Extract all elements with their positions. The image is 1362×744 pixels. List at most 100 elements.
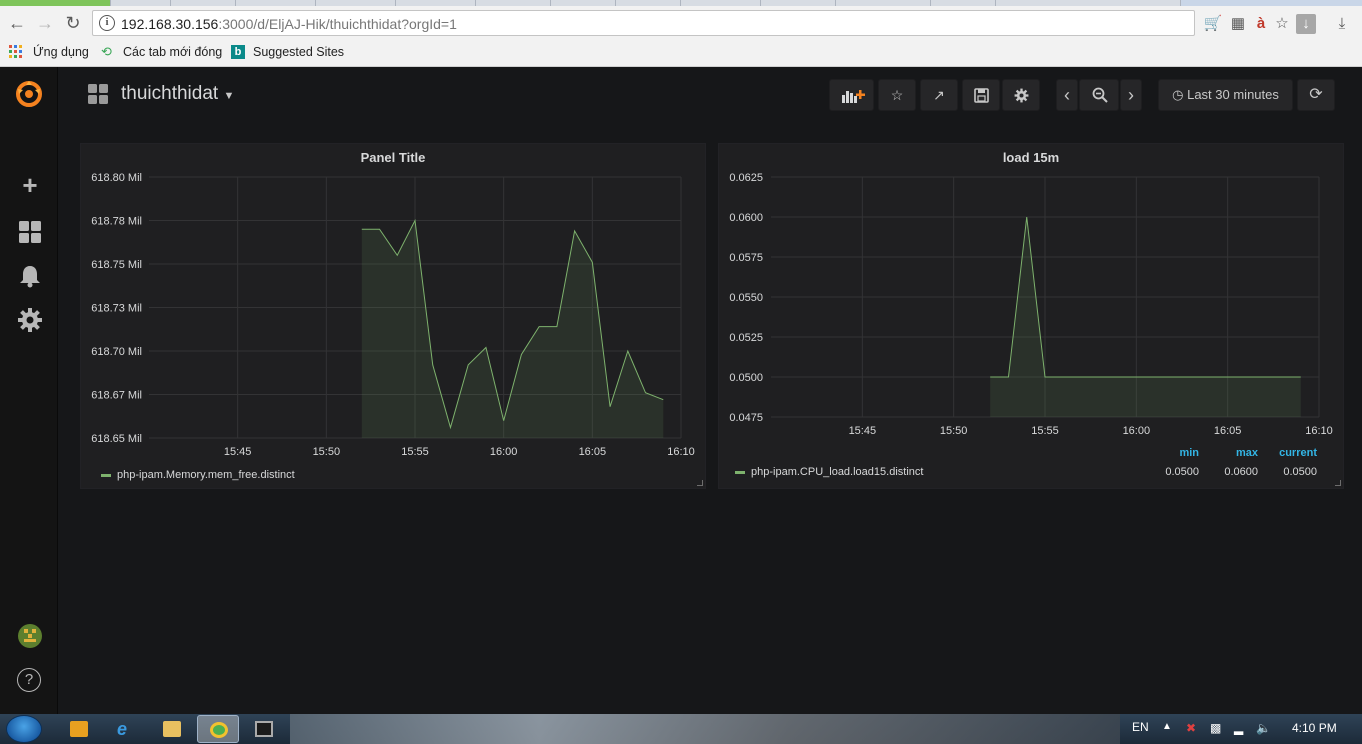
y-tick-label: 618.67 Mil — [91, 390, 142, 402]
legend-value-min: 0.0500 — [1165, 466, 1199, 478]
y-tick-label: 618.65 Mil — [91, 433, 142, 445]
add-panel-button[interactable] — [829, 79, 874, 111]
taskbar-remote-terminal[interactable] — [243, 715, 285, 743]
y-tick-label: 0.0550 — [729, 292, 763, 304]
series-swatch — [735, 470, 745, 474]
y-tick-label: 618.78 Mil — [91, 216, 142, 228]
x-tick-label: 15:50 — [940, 425, 968, 437]
taskbar-file-explorer[interactable] — [151, 715, 193, 743]
user-avatar[interactable] — [17, 623, 43, 649]
legend-item[interactable]: php-ipam.CPU_load.load15.distinct — [735, 466, 923, 478]
y-tick-label: 618.75 Mil — [91, 259, 142, 271]
panel-resize-handle[interactable] — [697, 480, 703, 486]
media-player-icon — [70, 721, 88, 737]
share-icon: ↗ — [933, 87, 945, 103]
bookmark-star-icon[interactable]: ☆ — [1272, 14, 1292, 34]
back-icon[interactable]: ← — [6, 13, 28, 33]
x-tick-label: 15:50 — [313, 446, 341, 458]
y-tick-label: 0.0600 — [729, 212, 763, 224]
language-indicator[interactable]: EN — [1132, 720, 1149, 734]
settings-gear-icon — [1014, 88, 1029, 103]
create-plus-icon[interactable]: + — [17, 172, 43, 198]
load15-graph[interactable]: 0.0625 0.0600 0.0575 0.0550 0.0525 0.0500 0.04… — [719, 144, 1345, 490]
chevron-right-icon: › — [1128, 85, 1134, 105]
clock[interactable]: 4:10 PM — [1292, 721, 1337, 735]
bookmark-apps[interactable]: Ứng dụng — [33, 45, 89, 59]
x-tick-label: 15:45 — [849, 425, 877, 437]
configuration-gear-icon[interactable] — [17, 307, 43, 333]
caret-down-icon[interactable]: ▼ — [223, 90, 234, 102]
legend-value-current: 0.0500 — [1283, 466, 1317, 478]
taskbar-background — [290, 714, 1120, 744]
chrome-icon — [210, 722, 228, 738]
graph-panel-memory[interactable]: Panel Title 618.80 Mil 618.78 Mil 618.75 M… — [80, 143, 706, 489]
apps-grid-icon[interactable] — [9, 45, 23, 59]
vietnamese-input-icon[interactable]: à — [1251, 14, 1271, 34]
dashboard-title-text: thuichthidat — [121, 83, 219, 104]
volume-icon[interactable]: 🔈 — [1256, 721, 1271, 735]
zoom-out-button[interactable] — [1079, 79, 1119, 111]
cart-extension-icon[interactable]: 🛒 — [1203, 14, 1223, 34]
forward-icon[interactable]: → — [34, 13, 56, 33]
download-extension-icon[interactable]: ↓ — [1296, 14, 1316, 34]
legend-header-max[interactable]: max — [1198, 447, 1258, 459]
clock-icon: ◷ — [1172, 87, 1184, 102]
legend-header-current[interactable]: current — [1257, 447, 1317, 459]
x-tick-label: 16:00 — [1123, 425, 1151, 437]
legend-series-name: php-ipam.CPU_load.load15.distinct — [751, 466, 924, 478]
y-tick-label: 618.70 Mil — [91, 346, 142, 358]
grafana-logo-icon[interactable] — [14, 79, 44, 109]
address-bar[interactable]: i 192.168.30.156:3000/d/EljAJ-Hik/thuich… — [92, 10, 1195, 36]
x-tick-label: 16:10 — [1305, 425, 1333, 437]
dashboards-icon[interactable] — [17, 219, 43, 245]
signal-icon[interactable]: ▂ — [1234, 721, 1243, 735]
series-swatch — [101, 473, 111, 477]
internet-explorer-icon: e — [117, 719, 128, 739]
y-tick-label: 0.0625 — [729, 172, 763, 184]
dashboard-navbar: thuichthidat ▼ ☆ ↗ ‹ › ◷ Last 30 minutes… — [58, 67, 1362, 125]
bing-icon: b — [231, 45, 245, 59]
taskbar-chrome[interactable] — [197, 715, 239, 743]
show-hidden-icons-icon[interactable]: ▲ — [1162, 721, 1172, 732]
graph-panel-load15[interactable]: load 15m 0.0625 0.0600 0.0575 0.0550 0.0525 0… — [718, 143, 1344, 489]
legend-header-min[interactable]: min — [1139, 447, 1199, 459]
legend-item[interactable]: php-ipam.Memory.mem_free.distinct — [101, 469, 295, 481]
recent-tabs-icon: ⟲ — [101, 44, 112, 59]
y-tick-label: 0.0475 — [729, 412, 763, 424]
bookmark-recent-tabs[interactable]: Các tab mới đóng — [123, 45, 222, 59]
time-shift-back-button[interactable]: ‹ — [1056, 79, 1078, 111]
taskbar-internet-explorer[interactable]: e — [105, 715, 147, 743]
x-tick-label: 15:55 — [401, 446, 429, 458]
bookmark-suggested-sites[interactable]: Suggested Sites — [253, 45, 344, 59]
help-icon[interactable]: ? — [17, 668, 41, 692]
terminal-icon — [255, 721, 273, 737]
save-dashboard-button[interactable] — [962, 79, 1000, 111]
dashboard-grid-icon — [88, 84, 108, 104]
y-tick-label: 0.0525 — [729, 332, 763, 344]
reload-icon[interactable]: ↻ — [62, 13, 84, 33]
translate-icon[interactable]: ▦ — [1228, 14, 1248, 34]
refresh-button[interactable]: ⟳ — [1297, 79, 1335, 111]
memory-graph[interactable]: 618.80 Mil 618.78 Mil 618.75 Mil 618.73 Mil… — [81, 144, 707, 490]
time-picker-button[interactable]: ◷ Last 30 minutes — [1158, 79, 1293, 111]
series-area — [361, 220, 664, 438]
share-dashboard-button[interactable]: ↗ — [920, 79, 958, 111]
alerting-bell-icon[interactable] — [17, 263, 43, 289]
star-dashboard-button[interactable]: ☆ — [878, 79, 916, 111]
refresh-icon: ⟳ — [1309, 86, 1323, 103]
url-host: 192.168.30.156 — [121, 16, 219, 32]
start-button[interactable] — [6, 715, 42, 743]
dashboard-title[interactable]: thuichthidat ▼ — [121, 83, 234, 105]
download-icon[interactable]: ⤓ — [1332, 14, 1352, 34]
info-icon[interactable]: i — [99, 15, 115, 31]
time-shift-forward-button[interactable]: › — [1120, 79, 1142, 111]
url-path: :3000/d/EljAJ-Hik/thuichthidat?orgId=1 — [218, 16, 457, 32]
settings-button[interactable] — [1002, 79, 1040, 111]
series-area — [990, 217, 1301, 417]
action-center-icon[interactable]: ▩ — [1210, 721, 1221, 735]
panel-resize-handle[interactable] — [1335, 480, 1341, 486]
x-tick-label: 16:05 — [1214, 425, 1242, 437]
chevron-left-icon: ‹ — [1064, 85, 1070, 105]
taskbar-media-player[interactable] — [58, 715, 100, 743]
network-alert-icon[interactable]: ✖ — [1186, 721, 1196, 735]
